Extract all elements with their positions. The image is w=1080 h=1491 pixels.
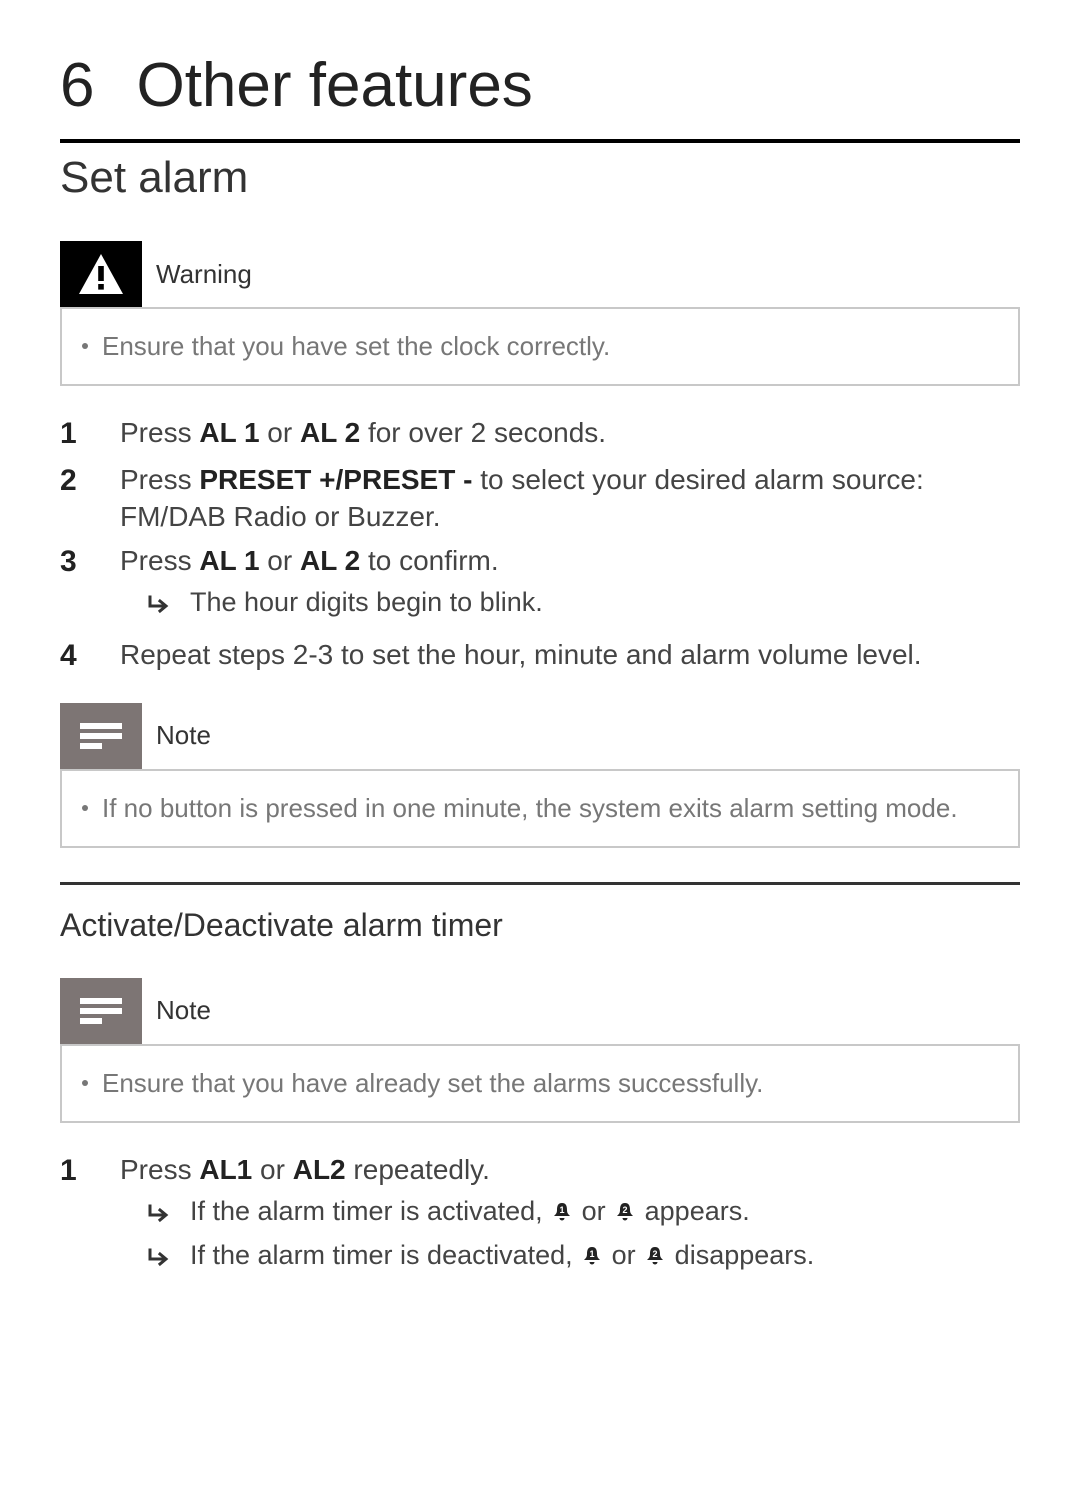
step-body: Press AL 1 or AL 2 to confirm. The hour … xyxy=(120,542,1020,626)
step-number: 1 xyxy=(60,1151,82,1280)
result-text: or xyxy=(604,1240,643,1270)
svg-text:1: 1 xyxy=(590,1249,595,1259)
step-number: 4 xyxy=(60,636,82,677)
step-text: or xyxy=(260,545,300,576)
step-number: 1 xyxy=(60,414,82,455)
note-body-text: If no button is pressed in one minute, t… xyxy=(102,793,958,824)
step-result: If the alarm timer is deactivated, 1 or … xyxy=(148,1237,1020,1277)
note-head: Note xyxy=(60,978,1020,1044)
warning-head: Warning xyxy=(60,241,1020,307)
step-body: Repeat steps 2-3 to set the hour, minute… xyxy=(120,636,1020,677)
step-bold: AL1 xyxy=(199,1154,252,1185)
section-title-set-alarm: Set alarm xyxy=(60,153,1020,203)
steps-activate: 1 Press AL1 or AL2 repeatedly. If the al… xyxy=(60,1151,1020,1280)
note-label: Note xyxy=(142,978,211,1044)
warning-body-text: Ensure that you have set the clock corre… xyxy=(102,331,610,362)
divider-thin xyxy=(60,882,1020,885)
svg-text:1: 1 xyxy=(560,1205,565,1215)
svg-text:2: 2 xyxy=(623,1205,628,1215)
step-text: Press xyxy=(120,417,199,448)
alarm-2-icon: 2 xyxy=(645,1240,665,1276)
step-1: 1 Press AL1 or AL2 repeatedly. If the al… xyxy=(60,1151,1020,1280)
step-bold: AL 1 xyxy=(199,417,259,448)
step-1: 1 Press AL 1 or AL 2 for over 2 seconds. xyxy=(60,414,1020,455)
result-arrow-icon xyxy=(148,1241,172,1277)
warning-callout: Warning Ensure that you have set the clo… xyxy=(60,241,1020,386)
alarm-2-icon: 2 xyxy=(615,1196,635,1232)
step-body: Press AL 1 or AL 2 for over 2 seconds. xyxy=(120,414,1020,455)
step-result-text: If the alarm timer is deactivated, 1 or … xyxy=(190,1237,814,1276)
svg-text:2: 2 xyxy=(653,1249,658,1259)
step-2: 2 Press PRESET +/PRESET - to select your… xyxy=(60,461,1020,537)
steps-set-alarm: 1 Press AL 1 or AL 2 for over 2 seconds.… xyxy=(60,414,1020,677)
step-3: 3 Press AL 1 or AL 2 to confirm. The hou… xyxy=(60,542,1020,626)
step-result-text: If the alarm timer is activated, 1 or 2 … xyxy=(190,1193,750,1232)
step-text: or xyxy=(260,417,300,448)
bullet-icon xyxy=(82,343,88,349)
result-text: disappears. xyxy=(667,1240,814,1270)
alarm-1-icon: 1 xyxy=(582,1240,602,1276)
result-arrow-icon xyxy=(148,588,172,624)
note-icon xyxy=(60,703,142,769)
result-text: If the alarm timer is activated, xyxy=(190,1196,550,1226)
step-result-text: The hour digits begin to blink. xyxy=(190,584,543,620)
step-bold: AL 2 xyxy=(300,545,360,576)
result-arrow-icon xyxy=(148,1197,172,1233)
warning-body: Ensure that you have set the clock corre… xyxy=(60,307,1020,386)
step-4: 4 Repeat steps 2-3 to set the hour, minu… xyxy=(60,636,1020,677)
step-text: repeatedly. xyxy=(346,1154,490,1185)
note-callout-1: Note If no button is pressed in one minu… xyxy=(60,703,1020,848)
warning-label: Warning xyxy=(142,241,252,307)
step-bold: PRESET +/PRESET - xyxy=(199,464,472,495)
bullet-icon xyxy=(82,1080,88,1086)
step-text: to confirm. xyxy=(360,545,498,576)
note-body: Ensure that you have already set the ala… xyxy=(60,1044,1020,1123)
step-text: Press xyxy=(120,1154,199,1185)
bullet-icon xyxy=(82,805,88,811)
step-text: Press xyxy=(120,464,199,495)
divider-thick xyxy=(60,139,1020,143)
warning-icon xyxy=(60,241,142,307)
note-body: If no button is pressed in one minute, t… xyxy=(60,769,1020,848)
step-text: Press xyxy=(120,545,199,576)
step-result: If the alarm timer is activated, 1 or 2 … xyxy=(148,1193,1020,1233)
result-text: If the alarm timer is deactivated, xyxy=(190,1240,580,1270)
step-bold: AL2 xyxy=(293,1154,346,1185)
step-text: for over 2 seconds. xyxy=(360,417,606,448)
step-bold: AL 1 xyxy=(199,545,259,576)
alarm-1-icon: 1 xyxy=(552,1196,572,1232)
note-label: Note xyxy=(142,703,211,769)
note-icon xyxy=(60,978,142,1044)
step-text: or xyxy=(252,1154,292,1185)
note-head: Note xyxy=(60,703,1020,769)
step-body: Press PRESET +/PRESET - to select your d… xyxy=(120,461,1020,537)
step-result: The hour digits begin to blink. xyxy=(148,584,1020,624)
chapter-header: 6 Other features xyxy=(60,50,1020,121)
subsection-title-activate: Activate/Deactivate alarm timer xyxy=(60,907,1020,944)
chapter-number: 6 xyxy=(60,50,94,121)
note-callout-2: Note Ensure that you have already set th… xyxy=(60,978,1020,1123)
chapter-title: Other features xyxy=(136,50,532,121)
step-number: 2 xyxy=(60,461,82,537)
result-text: appears. xyxy=(637,1196,750,1226)
step-bold: AL 2 xyxy=(300,417,360,448)
result-text: or xyxy=(574,1196,613,1226)
step-body: Press AL1 or AL2 repeatedly. If the alar… xyxy=(120,1151,1020,1280)
note-body-text: Ensure that you have already set the ala… xyxy=(102,1068,763,1099)
step-number: 3 xyxy=(60,542,82,626)
